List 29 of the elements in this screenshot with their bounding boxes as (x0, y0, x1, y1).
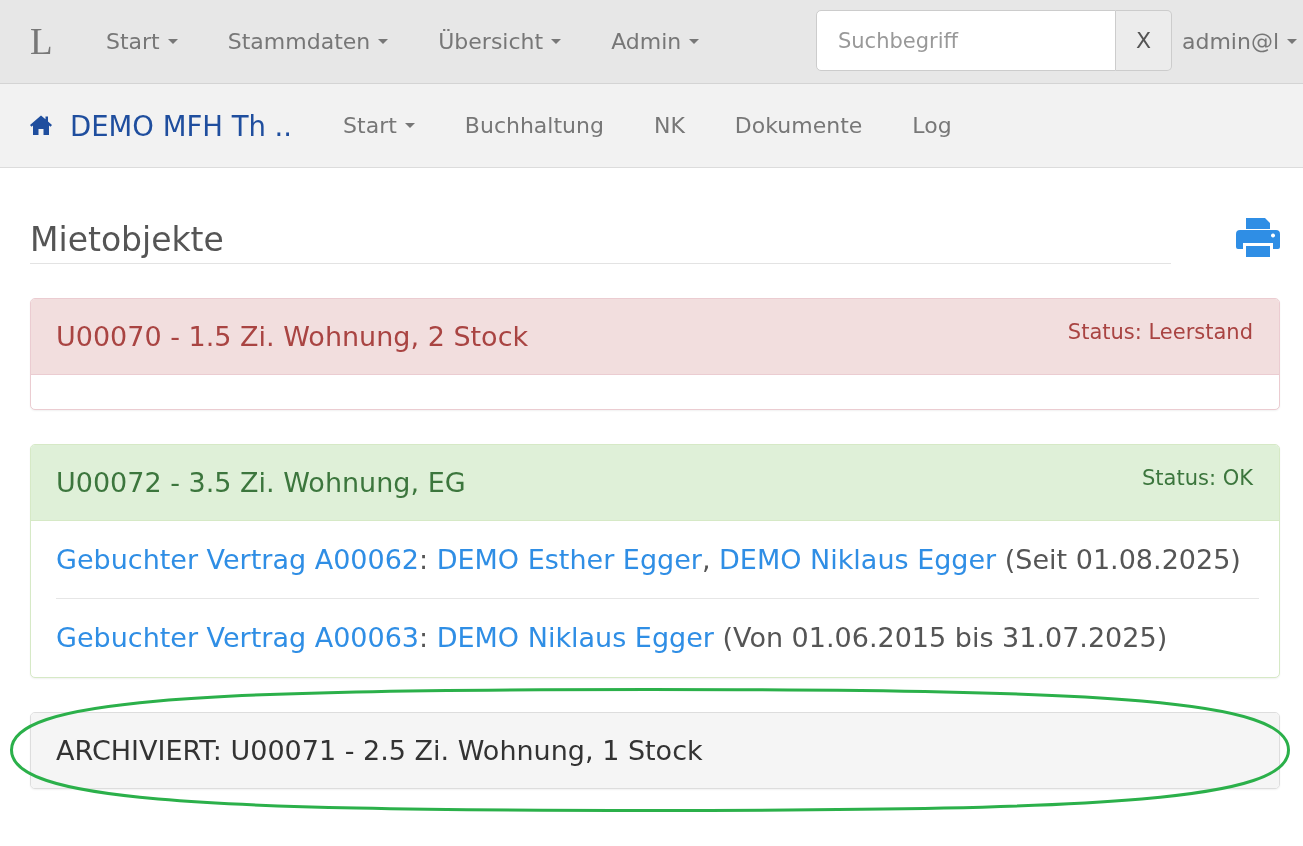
project-link[interactable]: DEMO MFH Th .. (70, 108, 293, 143)
nav-link[interactable]: Start (81, 26, 203, 57)
contract-link[interactable]: Gebuchter Vertrag A00062 (56, 544, 420, 575)
tenant-link[interactable]: DEMO Niklaus Egger (719, 544, 997, 575)
tenant-link[interactable]: DEMO Niklaus Egger (436, 622, 714, 653)
nav-link[interactable]: Dokumente (709, 110, 888, 141)
unit-title: U00070 - 1.5 Zi. Wohnung, 2 Stock (56, 320, 529, 353)
search-field[interactable]: Suchbegriff (815, 10, 1116, 71)
nav-link[interactable]: Buchhaltung (439, 110, 629, 141)
nav-link[interactable]: Stammdaten (202, 26, 414, 57)
nav-link[interactable]: Log (887, 110, 977, 141)
status-label: Status: OK (1142, 466, 1253, 490)
nav-link[interactable]: Übersicht (413, 26, 587, 57)
status-label: Status: Leerstand (1067, 320, 1253, 344)
app-logo[interactable]: L (30, 21, 55, 62)
page-heading: Mietobjekte (30, 220, 1171, 264)
home-icon[interactable] (30, 114, 52, 135)
nav-link[interactable]: Admin (586, 26, 725, 57)
clear-button[interactable]: X (1115, 10, 1172, 71)
nav-link[interactable]: NK (628, 110, 710, 141)
user-menu[interactable]: admin@l (1171, 26, 1303, 57)
unit-title: U00072 - 3.5 Zi. Wohnung, EG (56, 466, 466, 499)
tenant-link[interactable]: DEMO Esther Egger (436, 544, 702, 575)
contract-entry: Gebuchter Vertrag A00062: DEMO Esther Egger, DEMO Niklaus Egger (Seit 01.08.2025) (56, 543, 1242, 577)
print-icon[interactable] (1236, 218, 1280, 257)
contract-link[interactable]: Gebuchter Vertrag A00063 (56, 622, 420, 653)
contract-entry: Gebuchter Vertrag A00063: DEMO Niklaus Egger (Von 01.06.2015 bis 31.07.2025) (56, 598, 1259, 676)
nav-link[interactable]: Start (318, 110, 440, 141)
unit-title: ARCHIVIERT: U00071 - 2.5 Zi. Wohnung, 1 Stock (56, 734, 703, 767)
